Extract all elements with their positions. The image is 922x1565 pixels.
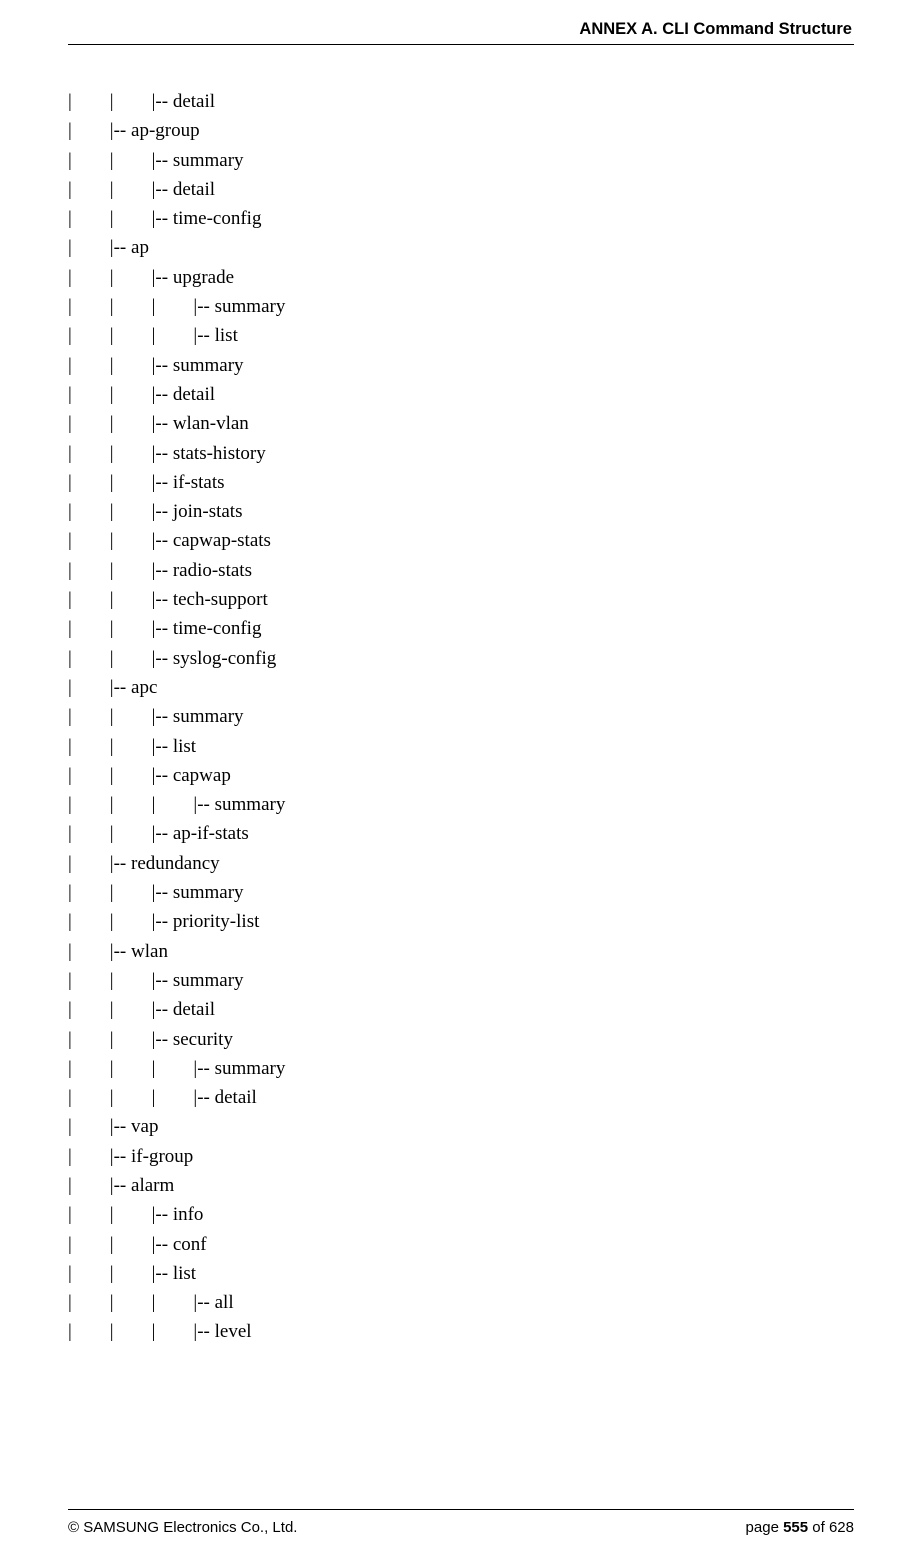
page-prefix: page [746,1519,784,1536]
page-current: 555 [783,1519,808,1536]
footer-divider [68,1509,854,1510]
footer-copyright: © SAMSUNG Electronics Co., Ltd. [68,1519,297,1536]
page-header: ANNEX A. CLI Command Structure [579,20,852,39]
header-divider [68,44,854,45]
footer-page-number: page 555 of 628 [746,1519,854,1536]
page-suffix: of 628 [808,1519,854,1536]
cli-tree-content: | | |-- detail | |-- ap-group | | |-- su… [68,87,285,1347]
